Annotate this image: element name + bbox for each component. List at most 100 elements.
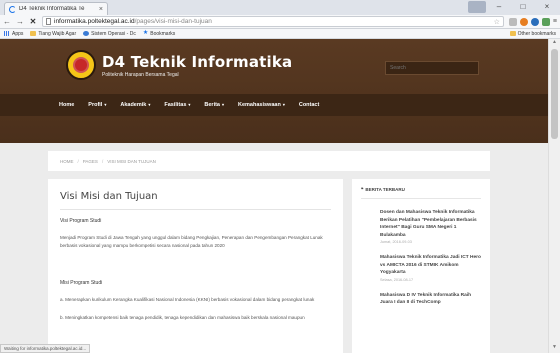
- breadcrumb-current: VISI MISI DAN TUJUAN: [107, 158, 156, 164]
- sidebar-title: BERITA TERBARU: [365, 187, 405, 192]
- site-brand[interactable]: D4 Teknik Informatika Politeknik Harapan…: [66, 50, 292, 80]
- status-bar: Waiting for informatika.poltektegal.ac.i…: [0, 344, 91, 353]
- user-profile-icon[interactable]: [468, 1, 486, 13]
- tab-title: D4 Teknik Informatika Te: [19, 6, 85, 12]
- news-date: Jumat, 2016-09-03: [380, 240, 412, 244]
- page-title: Visi Misi dan Tujuan: [60, 191, 158, 202]
- apps-grid-icon: [4, 31, 10, 36]
- news-item[interactable]: Dosen dan Mahasiswa Teknik Informatika B…: [380, 209, 481, 244]
- nav-item-kemahasiswaan[interactable]: Kemahasiswaan ▾: [238, 102, 285, 108]
- chevron-down-icon: ▾: [282, 102, 285, 107]
- nav-label: Profil: [88, 102, 103, 108]
- site-search-input[interactable]: [385, 61, 479, 75]
- nav-label: Fasilitas: [164, 102, 187, 108]
- news-item[interactable]: Mahasiswa Teknik Informatika Jadi ICT He…: [380, 254, 481, 282]
- chevron-down-icon: ▾: [104, 102, 107, 107]
- window-controls: – □ ×: [468, 1, 558, 13]
- url-host: informatika.poltektegal.ac.id: [54, 18, 135, 25]
- nav-label: Berita: [204, 102, 220, 108]
- chevron-down-icon: ▾: [222, 102, 225, 107]
- nav-item-berita[interactable]: Berita ▾: [204, 102, 224, 108]
- scroll-up-icon[interactable]: ▲: [549, 39, 560, 48]
- news-sidebar: ❝ BERITA TERBARU Dosen dan Mahasiswa Tekn…: [352, 179, 490, 353]
- breadcrumb-home[interactable]: HOME: [60, 159, 74, 164]
- bookmark-label: Bookmarks: [150, 30, 176, 37]
- address-bar[interactable]: informatika.poltektegal.ac.id/pages/visi…: [42, 16, 504, 27]
- bookmark-label: Apps: [12, 30, 24, 37]
- bookmark-label: Sistem Operasi - Dc: [91, 30, 136, 37]
- extension-icon[interactable]: [541, 17, 550, 26]
- divider: [60, 209, 331, 210]
- bookmark-label: Tiang Wajib Agar: [38, 30, 77, 37]
- tab-close-icon[interactable]: ×: [99, 6, 103, 13]
- bookmark-item[interactable]: Sistem Operasi - Dc: [83, 31, 136, 37]
- news-item[interactable]: Mahasiswa D IV Teknik Informatika Raih J…: [380, 292, 481, 307]
- article-card: Visi Misi dan Tujuan Visi Program Studi …: [48, 179, 343, 353]
- logo-emblem: [73, 57, 89, 73]
- maximize-button[interactable]: □: [512, 1, 534, 13]
- news-title[interactable]: Mahasiswa D IV Teknik Informatika Raih J…: [380, 292, 481, 307]
- scroll-down-icon[interactable]: ▼: [549, 344, 560, 353]
- url-path: /pages/visi-misi-dan-tujuan: [134, 18, 212, 25]
- browser-tab[interactable]: D4 Teknik Informatika Te ×: [4, 2, 108, 15]
- stop-loading-icon[interactable]: ✕: [29, 17, 37, 26]
- back-arrow-icon[interactable]: ←: [3, 17, 11, 26]
- nav-item-fasilitas[interactable]: Fasilitas ▾: [164, 102, 190, 108]
- visi-heading: Visi Program Studi: [60, 218, 102, 224]
- chevron-down-icon: ▾: [188, 102, 191, 107]
- nav-item-home[interactable]: Home: [59, 102, 74, 108]
- main-nav: Home Profil ▾ Akademik ▾ Fasilitas ▾ Berita ▾ Kem…: [0, 94, 548, 116]
- globe-icon: [83, 31, 90, 36]
- site-title: D4 Teknik Informatika: [102, 52, 293, 71]
- nav-label: Kemahasiswaan: [238, 102, 281, 108]
- extension-icon[interactable]: [508, 17, 517, 26]
- browser-tabstrip: D4 Teknik Informatika Te × – □ ×: [0, 0, 560, 15]
- star-icon: ★: [142, 30, 149, 36]
- loading-spinner-icon: [9, 5, 16, 13]
- nav-label: Contact: [298, 102, 320, 108]
- news-date: Selasa, 2016-08-17: [380, 277, 414, 282]
- nav-label: Akademik: [120, 102, 147, 108]
- misi-item-b: b. Meningkatkan kompetensi baik tenaga p…: [60, 315, 305, 320]
- page-content: HOME / PAGES / VISI MISI DAN TUJUAN Visi…: [0, 143, 548, 353]
- site-subtitle: Politeknik Harapan Bersama Tegal: [102, 71, 179, 78]
- breadcrumb-separator: /: [77, 158, 79, 164]
- nav-item-contact[interactable]: Contact: [299, 102, 319, 108]
- nav-label: Home: [59, 102, 75, 108]
- bookmarks-bar: Apps Tiang Wajib Agar Sistem Operasi - D…: [0, 29, 560, 39]
- scroll-thumb[interactable]: [551, 49, 558, 139]
- bookmark-item[interactable]: Tiang Wajib Agar: [30, 31, 76, 37]
- close-window-button[interactable]: ×: [536, 1, 558, 13]
- misi-item-a: a. Menerapkan kurikulum Kerangka Kualifi…: [60, 297, 315, 302]
- hamburger-menu-icon[interactable]: ≡: [553, 18, 557, 25]
- bookmark-label: Other bookmarks: [517, 30, 556, 37]
- page-scrollbar[interactable]: ▲ ▼: [548, 39, 560, 353]
- bookmark-item[interactable]: ★ Bookmarks: [142, 30, 176, 37]
- extension-icon[interactable]: [530, 17, 539, 26]
- minimize-button[interactable]: –: [488, 1, 510, 13]
- forward-arrow-icon[interactable]: →: [16, 17, 24, 26]
- site-header: D4 Teknik Informatika Politeknik Harapan…: [0, 39, 548, 143]
- folder-icon: [30, 31, 37, 36]
- chevron-down-icon: ▾: [148, 102, 151, 107]
- bookmark-star-icon[interactable]: ☆: [494, 18, 500, 26]
- news-title[interactable]: Dosen dan Mahasiswa Teknik Informatika B…: [380, 209, 481, 239]
- nav-item-profil[interactable]: Profil ▾: [88, 102, 106, 108]
- breadcrumb-pages[interactable]: PAGES: [83, 159, 98, 164]
- news-list: Dosen dan Mahasiswa Teknik Informatika B…: [361, 209, 481, 307]
- browser-toolbar: ← → ✕ informatika.poltektegal.ac.id/page…: [0, 15, 560, 29]
- other-bookmarks[interactable]: Other bookmarks: [509, 30, 556, 37]
- extension-icon[interactable]: [519, 17, 528, 26]
- page-icon: [46, 18, 51, 25]
- sidebar-header: ❝ BERITA TERBARU: [361, 187, 481, 199]
- college-logo-icon: [66, 50, 96, 80]
- extensions: ≡: [508, 17, 557, 26]
- news-title[interactable]: Mahasiswa Teknik Informatika Jadi ICT He…: [380, 254, 481, 277]
- bookmark-apps[interactable]: Apps: [4, 31, 23, 37]
- nav-item-akademik[interactable]: Akademik ▾: [120, 102, 150, 108]
- breadcrumb: HOME / PAGES / VISI MISI DAN TUJUAN: [48, 151, 490, 171]
- misi-heading: Misi Program Studi: [60, 280, 103, 286]
- folder-icon: [509, 31, 516, 36]
- breadcrumb-separator: /: [101, 158, 104, 164]
- visi-text: Menjadi Program Studi di Jawa Tengah yan…: [60, 235, 323, 248]
